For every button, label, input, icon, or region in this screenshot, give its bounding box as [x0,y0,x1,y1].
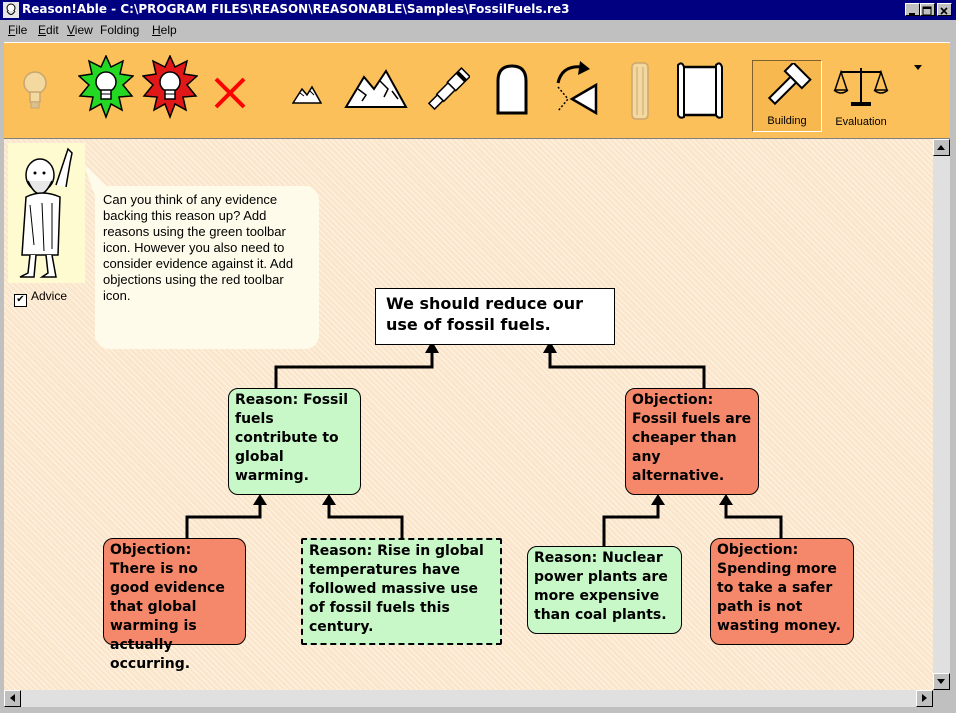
menu-help[interactable]: Help [152,23,177,37]
argument-map-canvas[interactable]: Can you think of any evidence backing th… [4,139,933,690]
tombstone-icon[interactable] [494,63,530,115]
building-mode-label: Building [767,115,807,127]
pillar-icon[interactable] [628,61,652,121]
menu-file[interactable]: File [8,23,27,37]
objection-node-no-evidence[interactable]: Objection: There is no good evidence tha… [103,538,246,672]
vertical-scrollbar[interactable] [933,139,950,690]
red-x-delete-icon[interactable] [212,75,248,111]
reason-node-nuclear[interactable]: Reason: Nuclear power plants are more ex… [527,546,682,634]
maximize-button[interactable] [920,3,935,16]
rotate-arrow-icon[interactable] [552,61,600,119]
claim-node[interactable]: We should reduce our use of fossil fuels… [375,288,615,345]
objection-node-spending[interactable]: Objection: Spending more to take a safer… [710,538,854,645]
faded-lightbulb-icon[interactable] [20,67,50,117]
objection-node-cheaper[interactable]: Objection: Fossil fuels are cheaper than… [625,388,759,495]
scroll-down-button[interactable] [933,673,950,690]
red-lightbulb-icon[interactable] [142,55,198,123]
large-mountains-icon[interactable] [344,67,408,111]
close-button[interactable] [937,3,952,16]
scroll-up-button[interactable] [933,139,950,156]
app-window: Reason!Able - C:\PROGRAM FILES\REASON\RE… [0,0,956,713]
minimize-button[interactable] [905,3,920,16]
menu-folding[interactable]: Folding [100,23,139,37]
scroll-right-button[interactable] [916,690,933,707]
hammer-icon [767,61,812,106]
telescope-icon[interactable] [426,65,470,115]
toolbar: Building Evaluation [4,42,950,139]
toolbar-dropdown-arrow-icon[interactable] [914,65,922,71]
scrollbar-corner [933,690,950,707]
scales-icon [833,68,889,106]
title-bar[interactable]: Reason!Able - C:\PROGRAM FILES\REASON\RE… [0,0,956,20]
evaluation-mode-label: Evaluation [835,116,887,128]
small-mountains-icon[interactable] [292,83,322,105]
building-mode-button[interactable]: Building [752,60,822,132]
menu-view[interactable]: View [67,23,93,37]
reason-node-global-warming[interactable]: Reason: Fossil fuels contribute to globa… [228,388,361,495]
green-lightbulb-icon[interactable] [78,55,134,123]
app-sage-icon [3,2,19,18]
menu-edit[interactable]: Edit [38,23,59,37]
horizontal-scrollbar[interactable] [4,690,933,707]
window-title: Reason!Able - C:\PROGRAM FILES\REASON\RE… [22,2,570,16]
scroll-left-button[interactable] [4,690,21,707]
menu-bar: File Edit View Folding Help [0,20,956,39]
reason-node-rise-temperatures[interactable]: Reason: Rise in global temperatures have… [301,538,502,645]
scroll-icon[interactable] [674,61,726,119]
evaluation-mode-button[interactable]: Evaluation [826,60,896,132]
